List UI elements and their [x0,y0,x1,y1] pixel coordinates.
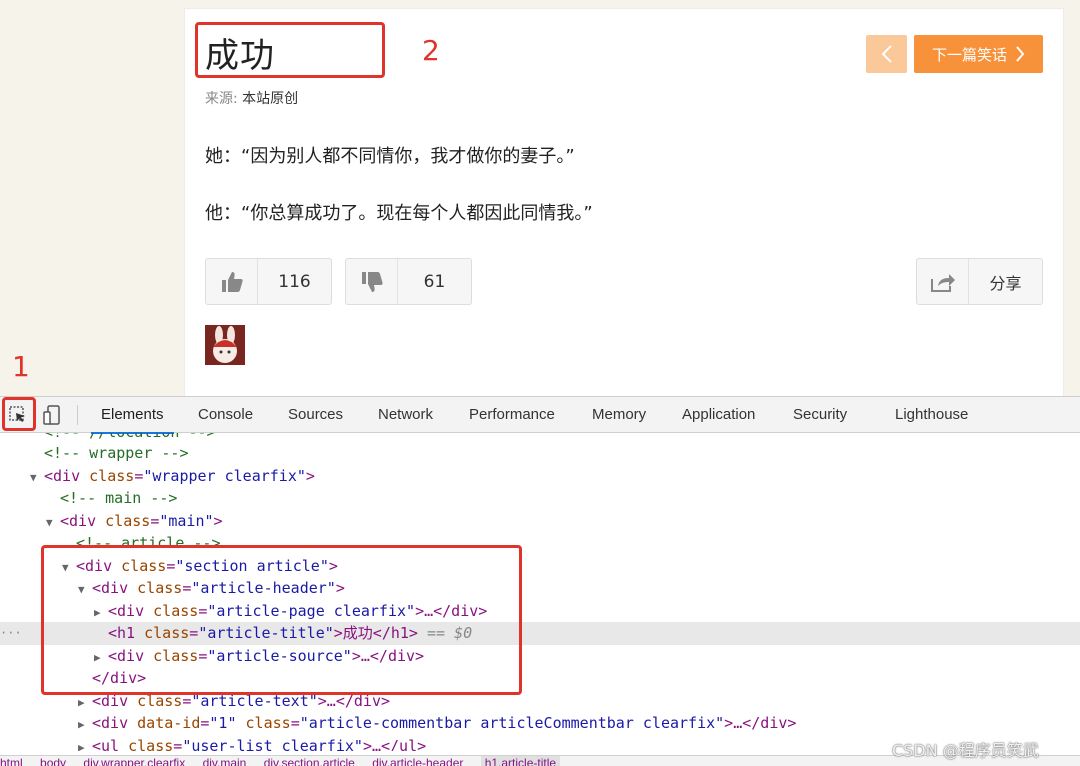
attr-name: class [128,736,174,752]
article-source: 来源: 本站原创 [205,88,298,108]
tag-close: > [305,466,315,485]
dom-node-main[interactable]: ▼ <div class="main"> [0,510,1080,533]
source-value: 本站原创 [242,91,299,107]
dislike-count: 61 [423,271,446,292]
collapse-triangle-icon[interactable]: ▶ [78,714,92,737]
annotation-box-code [41,545,522,695]
collapse-triangle-icon[interactable]: ▶ [78,737,92,752]
bunny-avatar-icon [205,325,245,365]
like-count: 116 [278,271,311,292]
article-paragraph: 他：“你总算成功了。现在每个人都因此同情我。” [205,203,593,224]
devtools-tabbar: Elements Console Sources Network Perform… [0,397,1080,434]
annotation-number-2: 2 [422,34,440,67]
share-label: 分享 [989,273,1022,293]
breadcrumb-item[interactable]: div.wrapper.clearfix [83,756,185,766]
tag-open: <div [92,714,138,732]
comment-text: <!-- //location --> [44,433,216,441]
breadcrumb-item[interactable]: body [40,756,66,766]
source-label: 来源: [205,91,238,107]
breadcrumb-item[interactable]: div.article-header [372,756,463,766]
annotation-number-1: 1 [12,350,30,383]
dom-node-comment[interactable]: <!-- main --> [0,487,1080,510]
breadcrumb-item[interactable]: div.section.article [264,756,355,766]
tab-network[interactable]: Network [378,397,433,433]
expand-triangle-icon[interactable]: ▼ [30,467,44,490]
attr-name: class [236,714,291,732]
more-options-dots[interactable]: ··· [0,622,22,645]
next-joke-label: 下一篇笑话 [931,45,1007,64]
share-icon [917,259,969,304]
chevron-right-icon [1016,46,1025,62]
next-joke-button[interactable]: 下一篇笑话 [914,35,1043,73]
tag-close: >…</ul> [362,736,427,752]
tab-lighthouse[interactable]: Lighthouse [895,397,968,433]
attr-value: "1" [209,714,237,732]
tab-memory[interactable]: Memory [592,397,646,433]
tag-open: <div [44,466,90,485]
annotation-box-title [195,22,385,78]
attr-value: "article-commentbar articleCommentbar cl… [299,714,725,732]
dom-node-commentbar[interactable]: ▶ <div data-id="1" class="article-comment… [0,712,1080,735]
toolbar-divider [77,405,78,425]
device-icon [43,405,60,425]
comment-text: <!-- main --> [60,489,178,507]
tab-console[interactable]: Console [198,397,253,433]
expand-triangle-icon[interactable]: ▼ [46,512,60,535]
tab-elements[interactable]: Elements [91,397,173,434]
device-toolbar-button[interactable] [41,403,65,427]
attr-name: class [89,466,135,485]
avatar[interactable] [205,325,245,365]
chevron-left-icon [881,45,892,63]
tab-performance[interactable]: Performance [469,397,555,433]
watermark: CSDN @程序员笑武 [892,741,1039,760]
tag-open: <ul [92,736,129,752]
attr-value: "wrapper clearfix" [143,466,306,485]
prev-joke-button[interactable] [866,35,907,73]
breadcrumb-item[interactable]: html [0,756,23,766]
tag-open: <div [60,511,106,530]
tag-close: > [213,511,223,530]
thumbs-down-icon [346,259,398,304]
attr-value: "main" [159,511,214,530]
thumbs-up-icon [206,259,258,304]
dislike-button[interactable]: 61 [345,258,472,305]
attr-name: data-id [137,714,201,732]
tab-application[interactable]: Application [682,397,755,433]
tag-close: >…</div> [724,714,797,732]
annotation-box-inspect [2,397,36,431]
dom-node-comment[interactable]: <!-- wrapper --> [0,442,1080,465]
comment-text: <!-- wrapper --> [44,444,189,462]
share-button[interactable]: 分享 [916,258,1043,305]
article-paragraph: 她：“因为别人都不同情你，我才做你的妻子。” [205,146,575,167]
breadcrumb-item-current[interactable]: h1.article-title [480,756,561,766]
dom-node-wrapper[interactable]: ▼ <div class="wrapper clearfix"> [0,465,1080,488]
attr-value: "user-list clearfix" [182,736,363,752]
breadcrumb-item[interactable]: div.main [203,756,247,766]
tab-sources[interactable]: Sources [288,397,343,433]
tab-security[interactable]: Security [793,397,847,433]
attr-name: class [105,511,151,530]
like-button[interactable]: 116 [205,258,332,305]
